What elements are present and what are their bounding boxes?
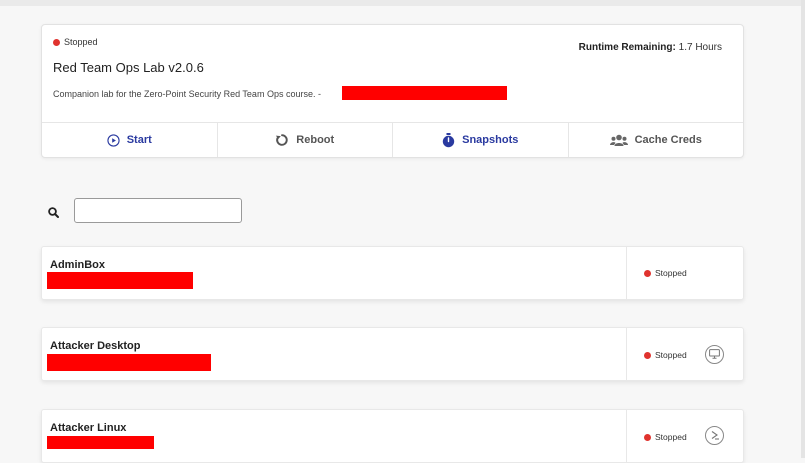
vm-divider: [626, 410, 627, 462]
status-dot-icon: [644, 433, 651, 441]
lab-card: Stopped Runtime Remaining: 1.7 Hours Red…: [41, 24, 744, 158]
lab-status-label: Stopped: [64, 37, 98, 47]
start-button[interactable]: Start: [42, 123, 218, 157]
reboot-icon: [275, 133, 289, 147]
snapshots-button[interactable]: Snapshots: [393, 123, 569, 157]
vm-card-attacker-desktop[interactable]: Attacker Desktop Stopped: [41, 327, 744, 381]
redacted-address: [47, 354, 211, 371]
status-dot-icon: [644, 351, 651, 359]
vm-status-label: Stopped: [655, 432, 687, 442]
terminal-icon: [710, 427, 720, 445]
stopwatch-icon: [442, 132, 455, 148]
search-icon: [48, 205, 59, 223]
status-dot-icon: [53, 38, 60, 46]
reboot-button[interactable]: Reboot: [218, 123, 393, 157]
redacted-address: [47, 272, 193, 289]
open-desktop-button[interactable]: [705, 345, 724, 364]
runtime-value: 1.7 Hours: [678, 42, 722, 53]
vm-card-adminbox[interactable]: AdminBox Stopped: [41, 246, 744, 300]
cache-creds-label: Cache Creds: [634, 134, 702, 146]
snapshots-label: Snapshots: [462, 134, 519, 146]
redacted-link: [342, 86, 507, 100]
vm-name: Attacker Linux: [50, 422, 127, 434]
users-icon: [609, 134, 628, 147]
start-label: Start: [126, 134, 152, 146]
search-input[interactable]: [74, 198, 242, 223]
vm-name: Attacker Desktop: [50, 340, 141, 352]
cache-creds-button[interactable]: Cache Creds: [569, 123, 744, 157]
vm-divider: [626, 328, 627, 380]
reboot-label: Reboot: [296, 134, 335, 146]
top-bar: [0, 0, 805, 6]
vm-status-label: Stopped: [655, 350, 687, 360]
vm-divider: [626, 247, 627, 299]
open-terminal-button[interactable]: [705, 426, 724, 445]
status-dot-icon: [644, 269, 651, 277]
lab-actions: Start Reboot Snapshots Cache Creds: [42, 122, 743, 157]
vm-status: Stopped: [644, 268, 687, 278]
lab-title: Red Team Ops Lab v2.0.6: [53, 60, 204, 75]
vm-status: Stopped: [644, 432, 687, 442]
lab-description: Companion lab for the Zero-Point Securit…: [53, 89, 321, 99]
desktop-icon: [709, 346, 720, 364]
vm-status: Stopped: [644, 350, 687, 360]
play-icon: [107, 133, 120, 147]
lab-status: Stopped: [53, 37, 98, 47]
vm-card-attacker-linux[interactable]: Attacker Linux Stopped: [41, 409, 744, 463]
runtime-label: Runtime Remaining:: [578, 42, 676, 53]
scrollbar[interactable]: [801, 0, 805, 458]
vm-name: AdminBox: [50, 259, 105, 271]
vm-status-label: Stopped: [655, 268, 687, 278]
runtime-remaining: Runtime Remaining: 1.7 Hours: [579, 42, 722, 53]
redacted-address: [47, 436, 154, 449]
